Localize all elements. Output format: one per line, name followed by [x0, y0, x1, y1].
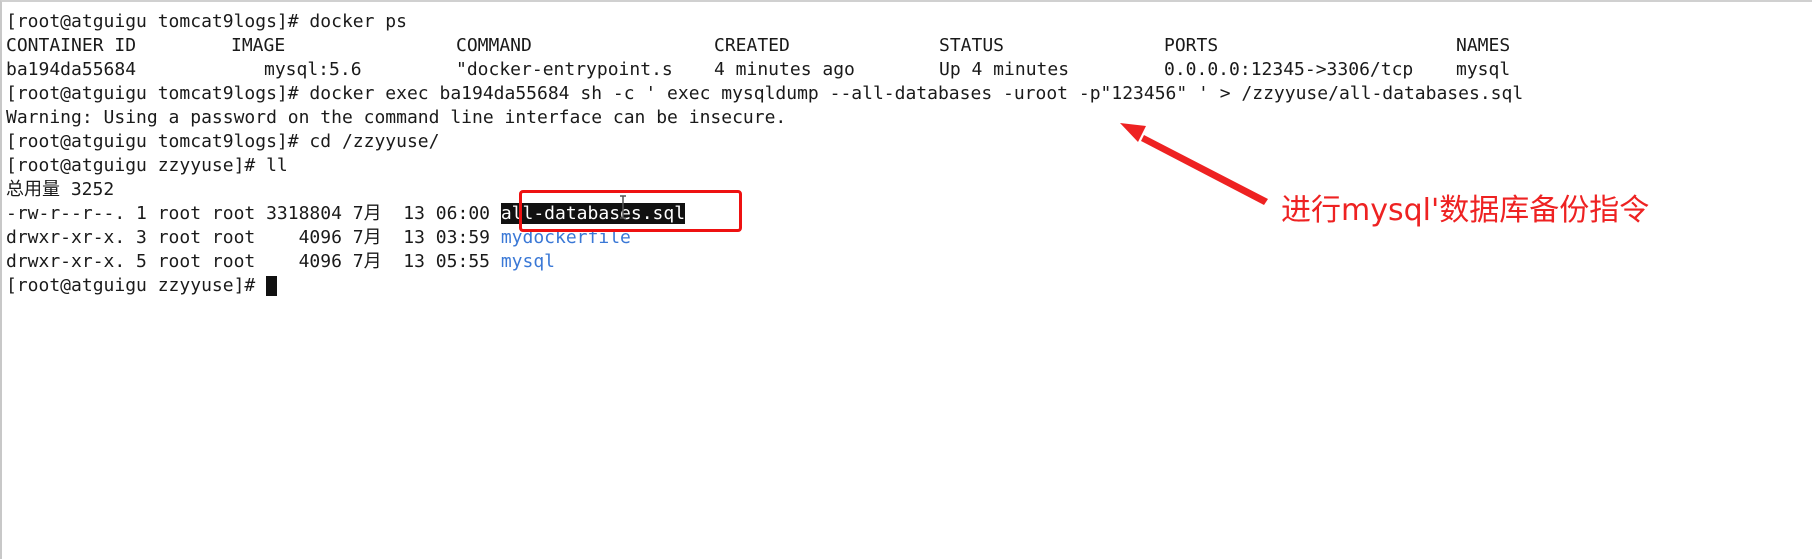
- header-names: NAMES: [1456, 35, 1511, 56]
- annotation-text: 进行mysql'数据库备份指令: [1281, 193, 1650, 228]
- terminal-line-mysqldump: [root@atguigu tomcat9logs]# docker exec …: [6, 83, 1524, 104]
- file-row-sql-meta: -rw-r--r--. 1 root root 3318804 7月 13 06…: [6, 203, 501, 224]
- terminal-line-total: 总用量 3252: [6, 179, 115, 200]
- file-row-mydockerfile: drwxr-xr-x. 3 root root 4096 7月 13 03:59…: [6, 226, 631, 250]
- cell-names: mysql: [1456, 59, 1511, 80]
- terminal-line-ll: [root@atguigu zzyyuse]# ll: [6, 155, 288, 176]
- header-ports: PORTS: [1164, 35, 1219, 56]
- file-row-mydockerfile-meta: drwxr-xr-x. 3 root root 4096 7月 13 03:59: [6, 227, 501, 248]
- dir-mysql[interactable]: mysql: [501, 251, 555, 272]
- cell-command: "docker-entrypoint.s: [456, 59, 673, 80]
- header-container-id: CONTAINER ID: [6, 35, 137, 56]
- file-row-sql: -rw-r--r--. 1 root root 3318804 7月 13 06…: [6, 202, 686, 226]
- text-cursor: [266, 276, 278, 296]
- header-created: CREATED: [714, 35, 790, 56]
- cell-image: mysql:5.6: [264, 59, 362, 80]
- terminal-prompt-line[interactable]: [root@atguigu zzyyuse]#: [6, 274, 278, 298]
- cell-container-id: ba194da55684: [6, 59, 137, 80]
- terminal-window[interactable]: [root@atguigu tomcat9logs]# docker ps CO…: [0, 0, 1812, 559]
- file-row-mysql-meta: drwxr-xr-x. 5 root root 4096 7月 13 05:55: [6, 251, 501, 272]
- terminal-prompt: [root@atguigu zzyyuse]#: [6, 275, 267, 296]
- docker-ps-header-row: CONTAINER ID IMAGE COMMAND CREATED STATU…: [6, 34, 1786, 58]
- file-all-databases-sql[interactable]: all-databases.sql: [500, 203, 686, 224]
- header-status: STATUS: [939, 35, 1005, 56]
- terminal-line-warning: Warning: Using a password on the command…: [6, 107, 787, 128]
- terminal-line-cd: [root@atguigu tomcat9logs]# cd /zzyyuse/: [6, 131, 440, 152]
- dir-mydockerfile[interactable]: mydockerfile: [501, 227, 631, 248]
- header-command: COMMAND: [456, 35, 532, 56]
- terminal-line-docker-ps: [root@atguigu tomcat9logs]# docker ps: [6, 11, 407, 32]
- docker-ps-data-row: ba194da55684 mysql:5.6 "docker-entrypoin…: [6, 58, 1786, 82]
- cell-status: Up 4 minutes: [939, 59, 1070, 80]
- header-image: IMAGE: [231, 35, 286, 56]
- cell-ports: 0.0.0.0:12345->3306/tcp: [1164, 59, 1414, 80]
- file-row-mysql: drwxr-xr-x. 5 root root 4096 7月 13 05:55…: [6, 250, 555, 274]
- cell-created: 4 minutes ago: [714, 59, 855, 80]
